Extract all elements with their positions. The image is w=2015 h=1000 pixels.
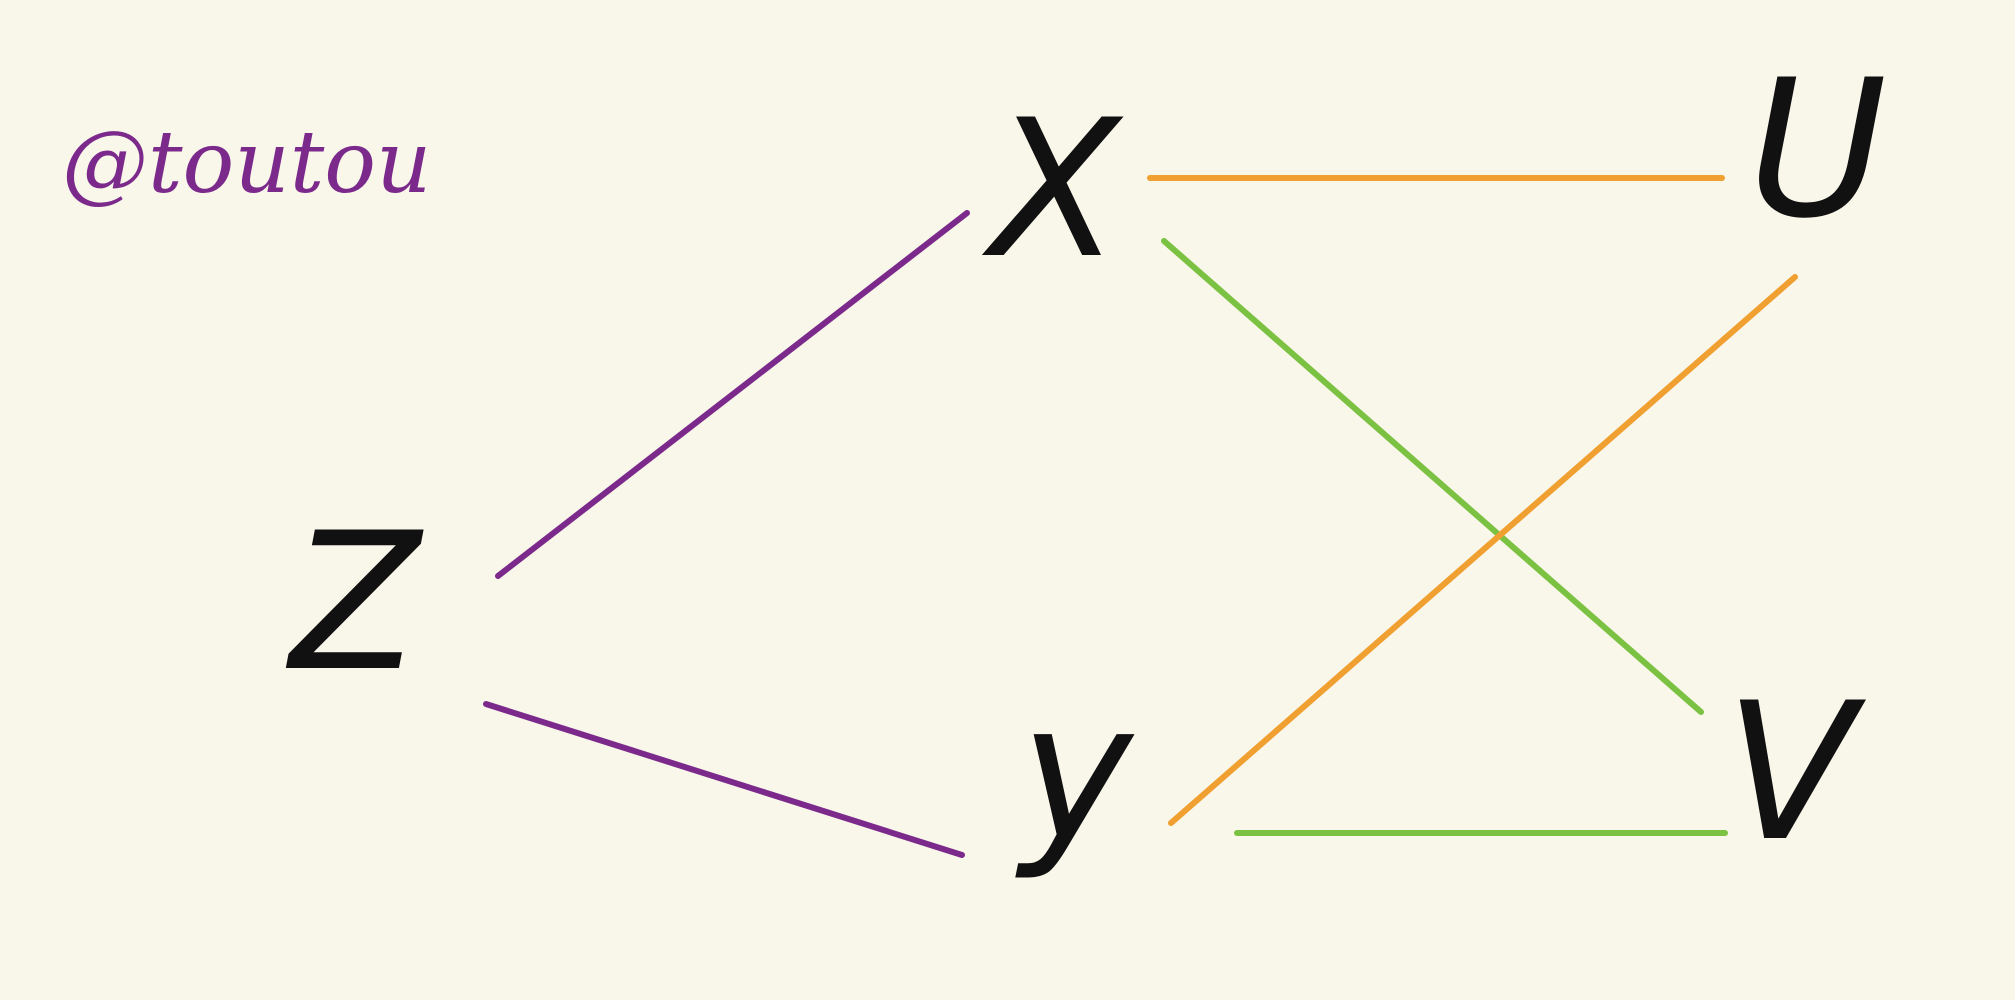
node-y: y xyxy=(1015,662,1135,883)
node-z: Z xyxy=(285,492,424,713)
edge-z-x xyxy=(495,210,970,579)
edges xyxy=(483,175,1798,858)
graph-canvas: @toutou X U Z y V xyxy=(62,39,1887,883)
edge-x-v xyxy=(1161,238,1704,715)
edge-z-y xyxy=(483,701,965,858)
watermark-signature: @toutou xyxy=(62,113,431,213)
node-v: V xyxy=(1725,662,1867,883)
node-u: U xyxy=(1748,39,1887,260)
node-x: X xyxy=(981,79,1124,300)
nodes: X U Z y V xyxy=(285,39,1887,883)
edge-y-u xyxy=(1168,274,1798,826)
